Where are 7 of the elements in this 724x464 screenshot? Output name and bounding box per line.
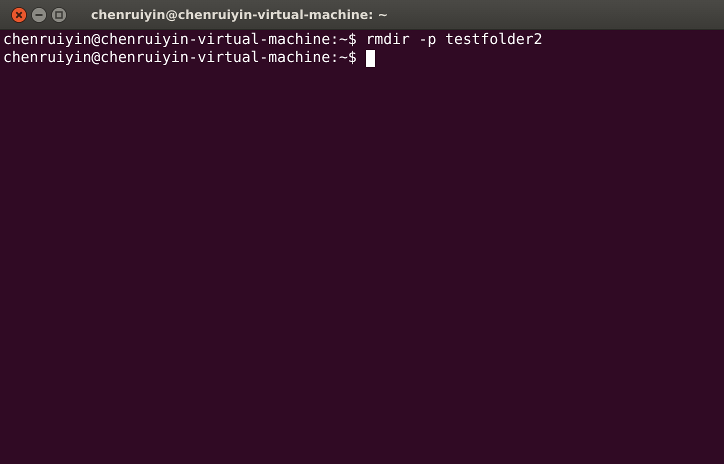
window-title: chenruiyin@chenruiyin-virtual-machine: ~: [91, 7, 388, 22]
close-icon[interactable]: [11, 6, 27, 22]
prompt-text: chenruiyin@chenruiyin-virtual-machine:~$: [3, 31, 357, 49]
minimize-icon[interactable]: [31, 6, 47, 22]
command-text: rmdir -p testfolder2: [366, 31, 542, 49]
maximize-icon[interactable]: [51, 6, 67, 22]
prompt-text: chenruiyin@chenruiyin-virtual-machine:~$: [3, 49, 357, 67]
